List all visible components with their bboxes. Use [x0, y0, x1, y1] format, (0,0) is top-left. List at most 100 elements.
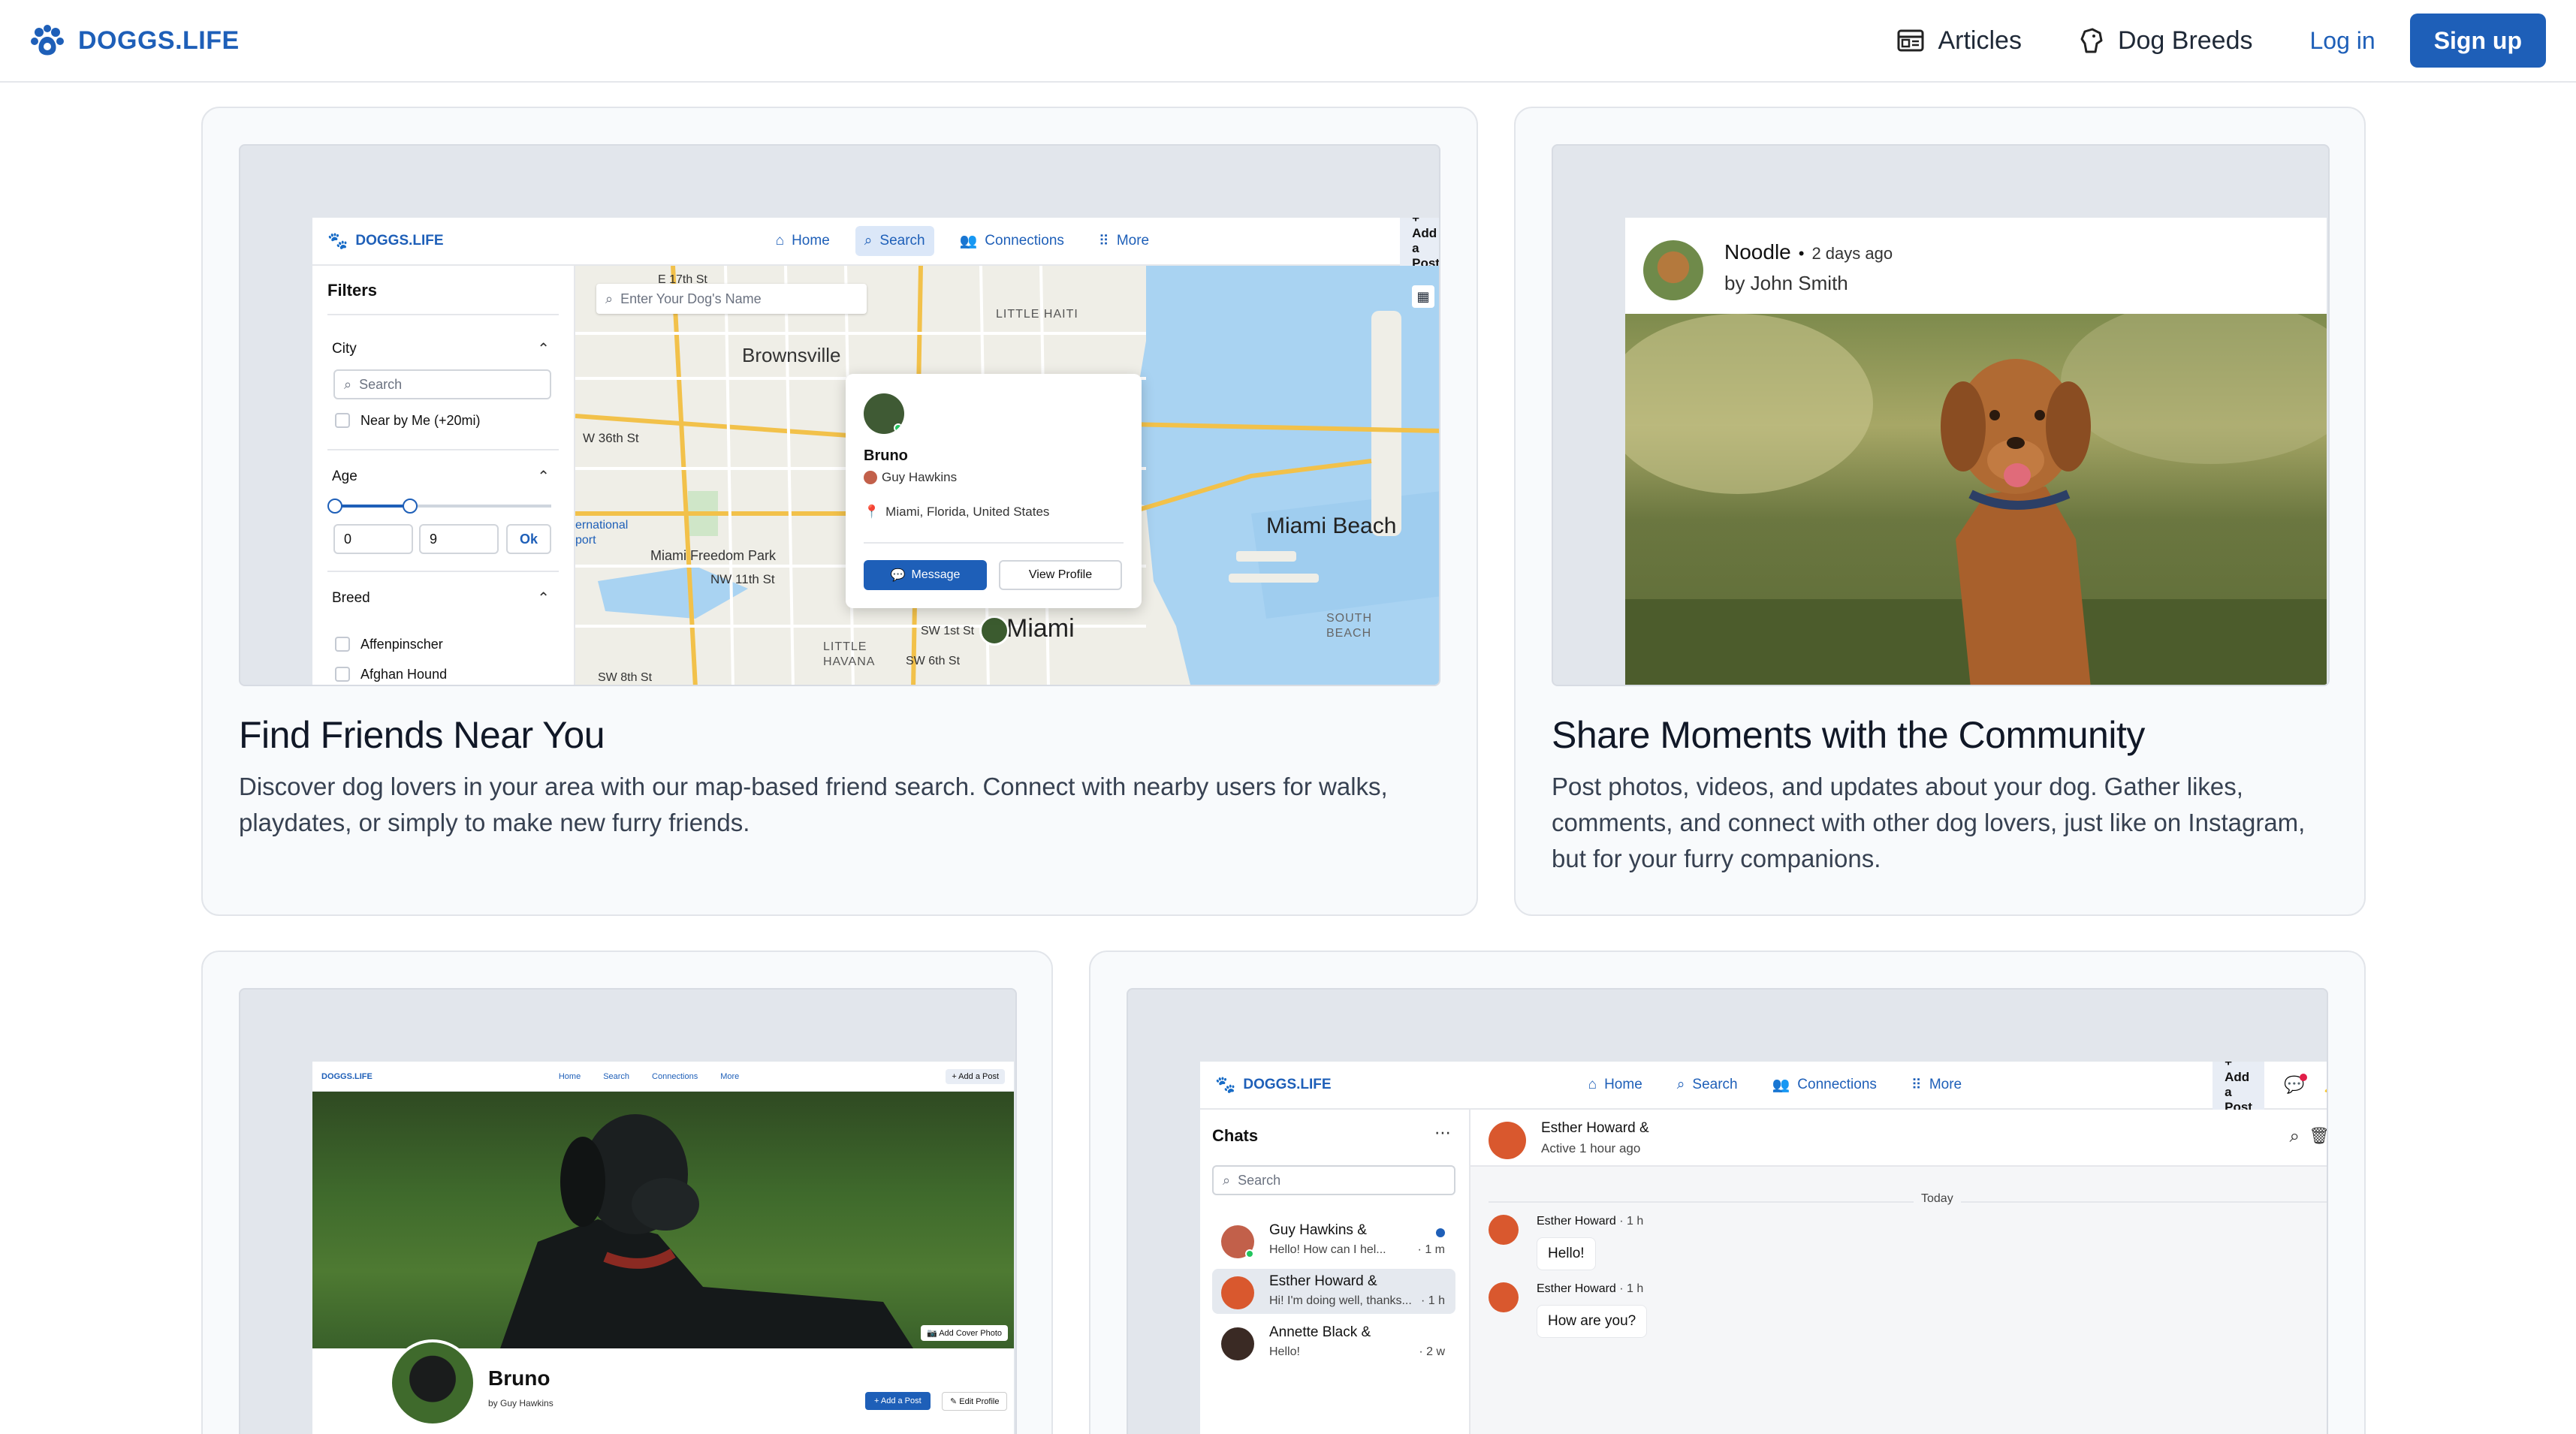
date-divider-label: Today [1914, 1192, 1961, 1206]
city-search-input[interactable]: ⌕ Search [333, 369, 551, 399]
age-slider-min-handle[interactable] [327, 499, 342, 514]
location-pin-icon: 📍 [864, 505, 880, 519]
paw-icon: 🐾 [1215, 1075, 1236, 1094]
chat-name: Guy Hawkins & [1269, 1222, 1367, 1238]
bell-icon[interactable]: 🔔 [2324, 1075, 2327, 1095]
mini-nav-connections[interactable]: Connections [652, 1072, 698, 1081]
age-slider-max-handle[interactable] [403, 499, 418, 514]
chat-preview: Hello! How can I hel... [1269, 1243, 1386, 1256]
mini-nav-home[interactable]: Home [559, 1072, 581, 1081]
conversation-status: Active 1 hour ago [1541, 1141, 1641, 1155]
dog-avatar[interactable] [1643, 240, 1703, 300]
age-min-input[interactable]: 0 [333, 524, 413, 554]
popup-message-label: Message [911, 568, 961, 581]
trash-icon[interactable]: 🗑 [2309, 1126, 2327, 1146]
chat-time: · 1 h [1420, 1294, 1445, 1307]
chat-screenshot: 🐾 DOGGS.LIFE ⌂ Home ⌕ Search 👥 Connections … [1127, 988, 2328, 1434]
mini-brand-text: DOGGS.LIFE [321, 1071, 373, 1081]
message-time: · 1 h [1619, 1282, 1644, 1295]
mini-nav-home[interactable]: ⌂ Home [767, 226, 839, 256]
brand-logo[interactable]: DOGGS.LIFE [30, 25, 240, 56]
mini-nav-more-label: More [1116, 233, 1150, 249]
user-avatar [1221, 1327, 1254, 1360]
more-options-icon[interactable]: ⋯ [1434, 1123, 1451, 1143]
mini-nav-search[interactable]: Search [603, 1072, 629, 1081]
chat-list-item-selected[interactable]: Esther Howard & Hi! I'm doing well, than… [1212, 1269, 1455, 1314]
signup-button[interactable]: Sign up [2409, 14, 2546, 68]
post-author[interactable]: by John Smith [1724, 272, 1848, 295]
filter-city-label: City [332, 341, 357, 357]
map-search-input[interactable]: ⌕ Enter Your Dog's Name [596, 284, 867, 314]
breed-checkbox[interactable] [335, 637, 350, 652]
search-icon: ⌕ [1676, 1077, 1685, 1092]
date-divider-line [1489, 1201, 2327, 1203]
chat-search-input[interactable]: ⌕ Search [1212, 1165, 1455, 1195]
login-link[interactable]: Log in [2310, 27, 2375, 55]
post-dog-name-text[interactable]: Noodle [1724, 240, 1791, 264]
popup-view-profile-button[interactable]: View Profile [999, 560, 1122, 590]
chat-name: Esther Howard & [1269, 1273, 1377, 1289]
nav-articles-link[interactable]: Articles [1897, 26, 2022, 56]
mini-app-post: Noodle • 2 days ago by John Smith [1625, 218, 2327, 685]
chevron-up-icon[interactable]: ⌃ [537, 339, 550, 358]
popup-view-profile-label: View Profile [1028, 568, 1093, 581]
breed-label: Afghan Hound [360, 667, 448, 682]
profile-edit-label: Edit Profile [959, 1397, 1000, 1406]
mini-nav-more[interactable]: More [720, 1072, 739, 1081]
search-icon[interactable]: ⌕ [2290, 1126, 2300, 1147]
feature-card-chats: 🐾 DOGGS.LIFE ⌂ Home ⌕ Search 👥 Connections … [1089, 950, 2366, 1434]
user-avatar [1489, 1122, 1526, 1159]
profile-edit-button[interactable]: ✎ Edit Profile [942, 1392, 1008, 1411]
chevron-up-icon[interactable]: ⌃ [537, 467, 550, 486]
map-label-miami-beach: Miami Beach [1266, 514, 1397, 538]
add-cover-photo-button[interactable]: 📷 Add Cover Photo [921, 1325, 1008, 1341]
chevron-up-icon[interactable]: ⌃ [537, 589, 550, 607]
mini-nav-connections[interactable]: 👥 Connections [951, 226, 1073, 256]
divider [327, 449, 559, 450]
popup-message-button[interactable]: 💬 Message [864, 560, 987, 590]
brand-name: DOGGS.LIFE [78, 26, 240, 55]
search-icon: ⌕ [344, 376, 352, 392]
divider [327, 314, 559, 315]
chat-name: Annette Black & [1269, 1324, 1371, 1340]
filters-title: Filters [327, 281, 378, 300]
paw-icon: 🐾 [327, 231, 348, 250]
mini-nav-search-label: Search [879, 233, 925, 249]
filters-panel: Filters City ⌃ ⌕ Search Near by Me (+20mi… [312, 266, 575, 685]
nav-dog-breeds-link[interactable]: Dog Breeds [2079, 26, 2253, 56]
mini-nav-more[interactable]: ⠿ More [1902, 1070, 1971, 1100]
mini-add-post-button[interactable]: + Add a Post [946, 1068, 1005, 1084]
map-label-freedom-park: Miami Freedom Park [650, 548, 777, 563]
cover-photo[interactable]: 📷 Add Cover Photo [312, 1092, 1014, 1348]
mini-app-header: DOGGS.LIFE Home Search Connections More … [312, 1062, 1014, 1092]
age-max-input[interactable]: 9 [419, 524, 499, 554]
mini-nav-more[interactable]: ⠿ More [1090, 226, 1158, 256]
chat-icon[interactable]: 💬 [2284, 1074, 2308, 1095]
mini-nav-home[interactable]: ⌂ Home [1579, 1070, 1651, 1100]
age-ok-button[interactable]: Ok [506, 524, 551, 554]
chat-list-item[interactable]: Guy Hawkins & Hello! How can I hel... · … [1212, 1218, 1455, 1263]
nav-dog-breeds-label: Dog Breeds [2117, 26, 2253, 55]
message-author: Esther Howard · 1 h [1537, 1215, 1643, 1228]
map-view[interactable]: ⌕ Enter Your Dog's Name Brownsville E 17t… [575, 266, 1439, 685]
mini-app-search: 🐾 DOGGS.LIFE ⌂ Home ⌕ Search 👥 Connections … [312, 218, 1439, 685]
age-ok-label: Ok [520, 531, 538, 547]
chat-list-item[interactable]: Annette Black & Hello! · 2 w [1212, 1320, 1455, 1365]
map-label-little-havana: LITTLE HAVANA [823, 640, 876, 668]
map-layers-icon[interactable]: ▦ [1412, 285, 1434, 308]
profile-add-post-button[interactable]: + Add a Post [865, 1392, 931, 1410]
breed-checkbox[interactable] [335, 667, 350, 682]
map-dog-marker[interactable] [979, 616, 1009, 646]
user-avatar [1221, 1276, 1254, 1309]
message-author-name: Esther Howard [1537, 1282, 1616, 1295]
message-icon: 💬 [890, 569, 906, 582]
mini-nav-search[interactable]: ⌕ Search [855, 226, 934, 256]
map-label-sw6: SW 6th St [906, 655, 961, 667]
profile-avatar[interactable] [389, 1339, 476, 1426]
post-photo[interactable] [1625, 314, 2327, 685]
age-min-value: 0 [344, 531, 352, 547]
mini-nav-connections[interactable]: 👥 Connections [1763, 1070, 1886, 1100]
user-avatar [1489, 1215, 1519, 1245]
mini-nav-search[interactable]: ⌕ Search [1668, 1070, 1747, 1100]
near-me-checkbox[interactable] [335, 413, 350, 428]
